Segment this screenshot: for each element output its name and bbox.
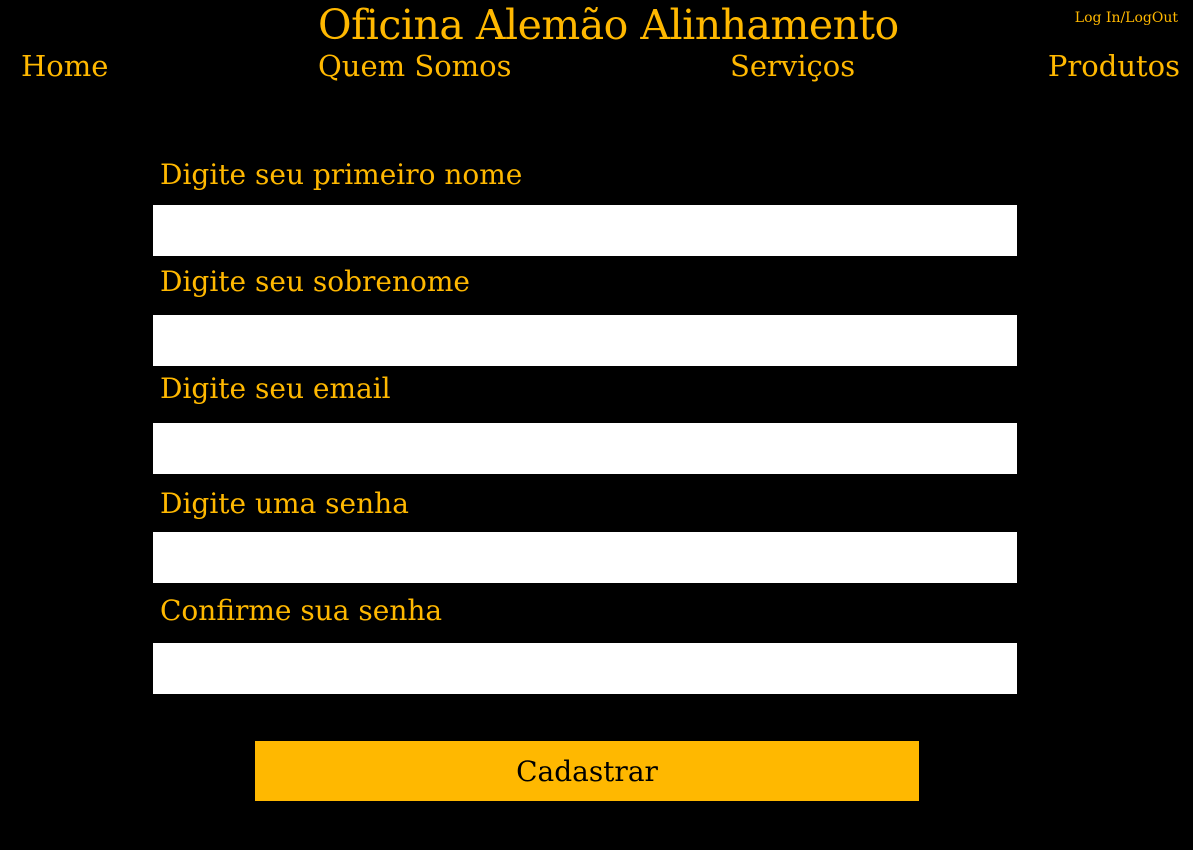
- site-title: Oficina Alemão Alinhamento: [318, 1, 899, 49]
- nav-item-servicos[interactable]: Serviços: [730, 46, 855, 86]
- confirm-password-label: Confirme sua senha: [160, 594, 443, 627]
- first-name-input[interactable]: [153, 205, 1017, 256]
- nav-item-quem-somos[interactable]: Quem Somos: [318, 46, 512, 86]
- last-name-input[interactable]: [153, 315, 1017, 366]
- confirm-password-input[interactable]: [153, 643, 1017, 694]
- email-input[interactable]: [153, 423, 1017, 474]
- nav-item-produtos[interactable]: Produtos: [1048, 46, 1180, 86]
- login-logout-link[interactable]: Log In/LogOut: [1075, 9, 1178, 27]
- password-label: Digite uma senha: [160, 487, 409, 520]
- nav-item-home[interactable]: Home: [21, 46, 108, 86]
- first-name-label: Digite seu primeiro nome: [160, 158, 523, 191]
- password-input[interactable]: [153, 532, 1017, 583]
- email-label: Digite seu email: [160, 372, 391, 405]
- cadastrar-button[interactable]: Cadastrar: [255, 741, 919, 801]
- last-name-label: Digite seu sobrenome: [160, 265, 470, 298]
